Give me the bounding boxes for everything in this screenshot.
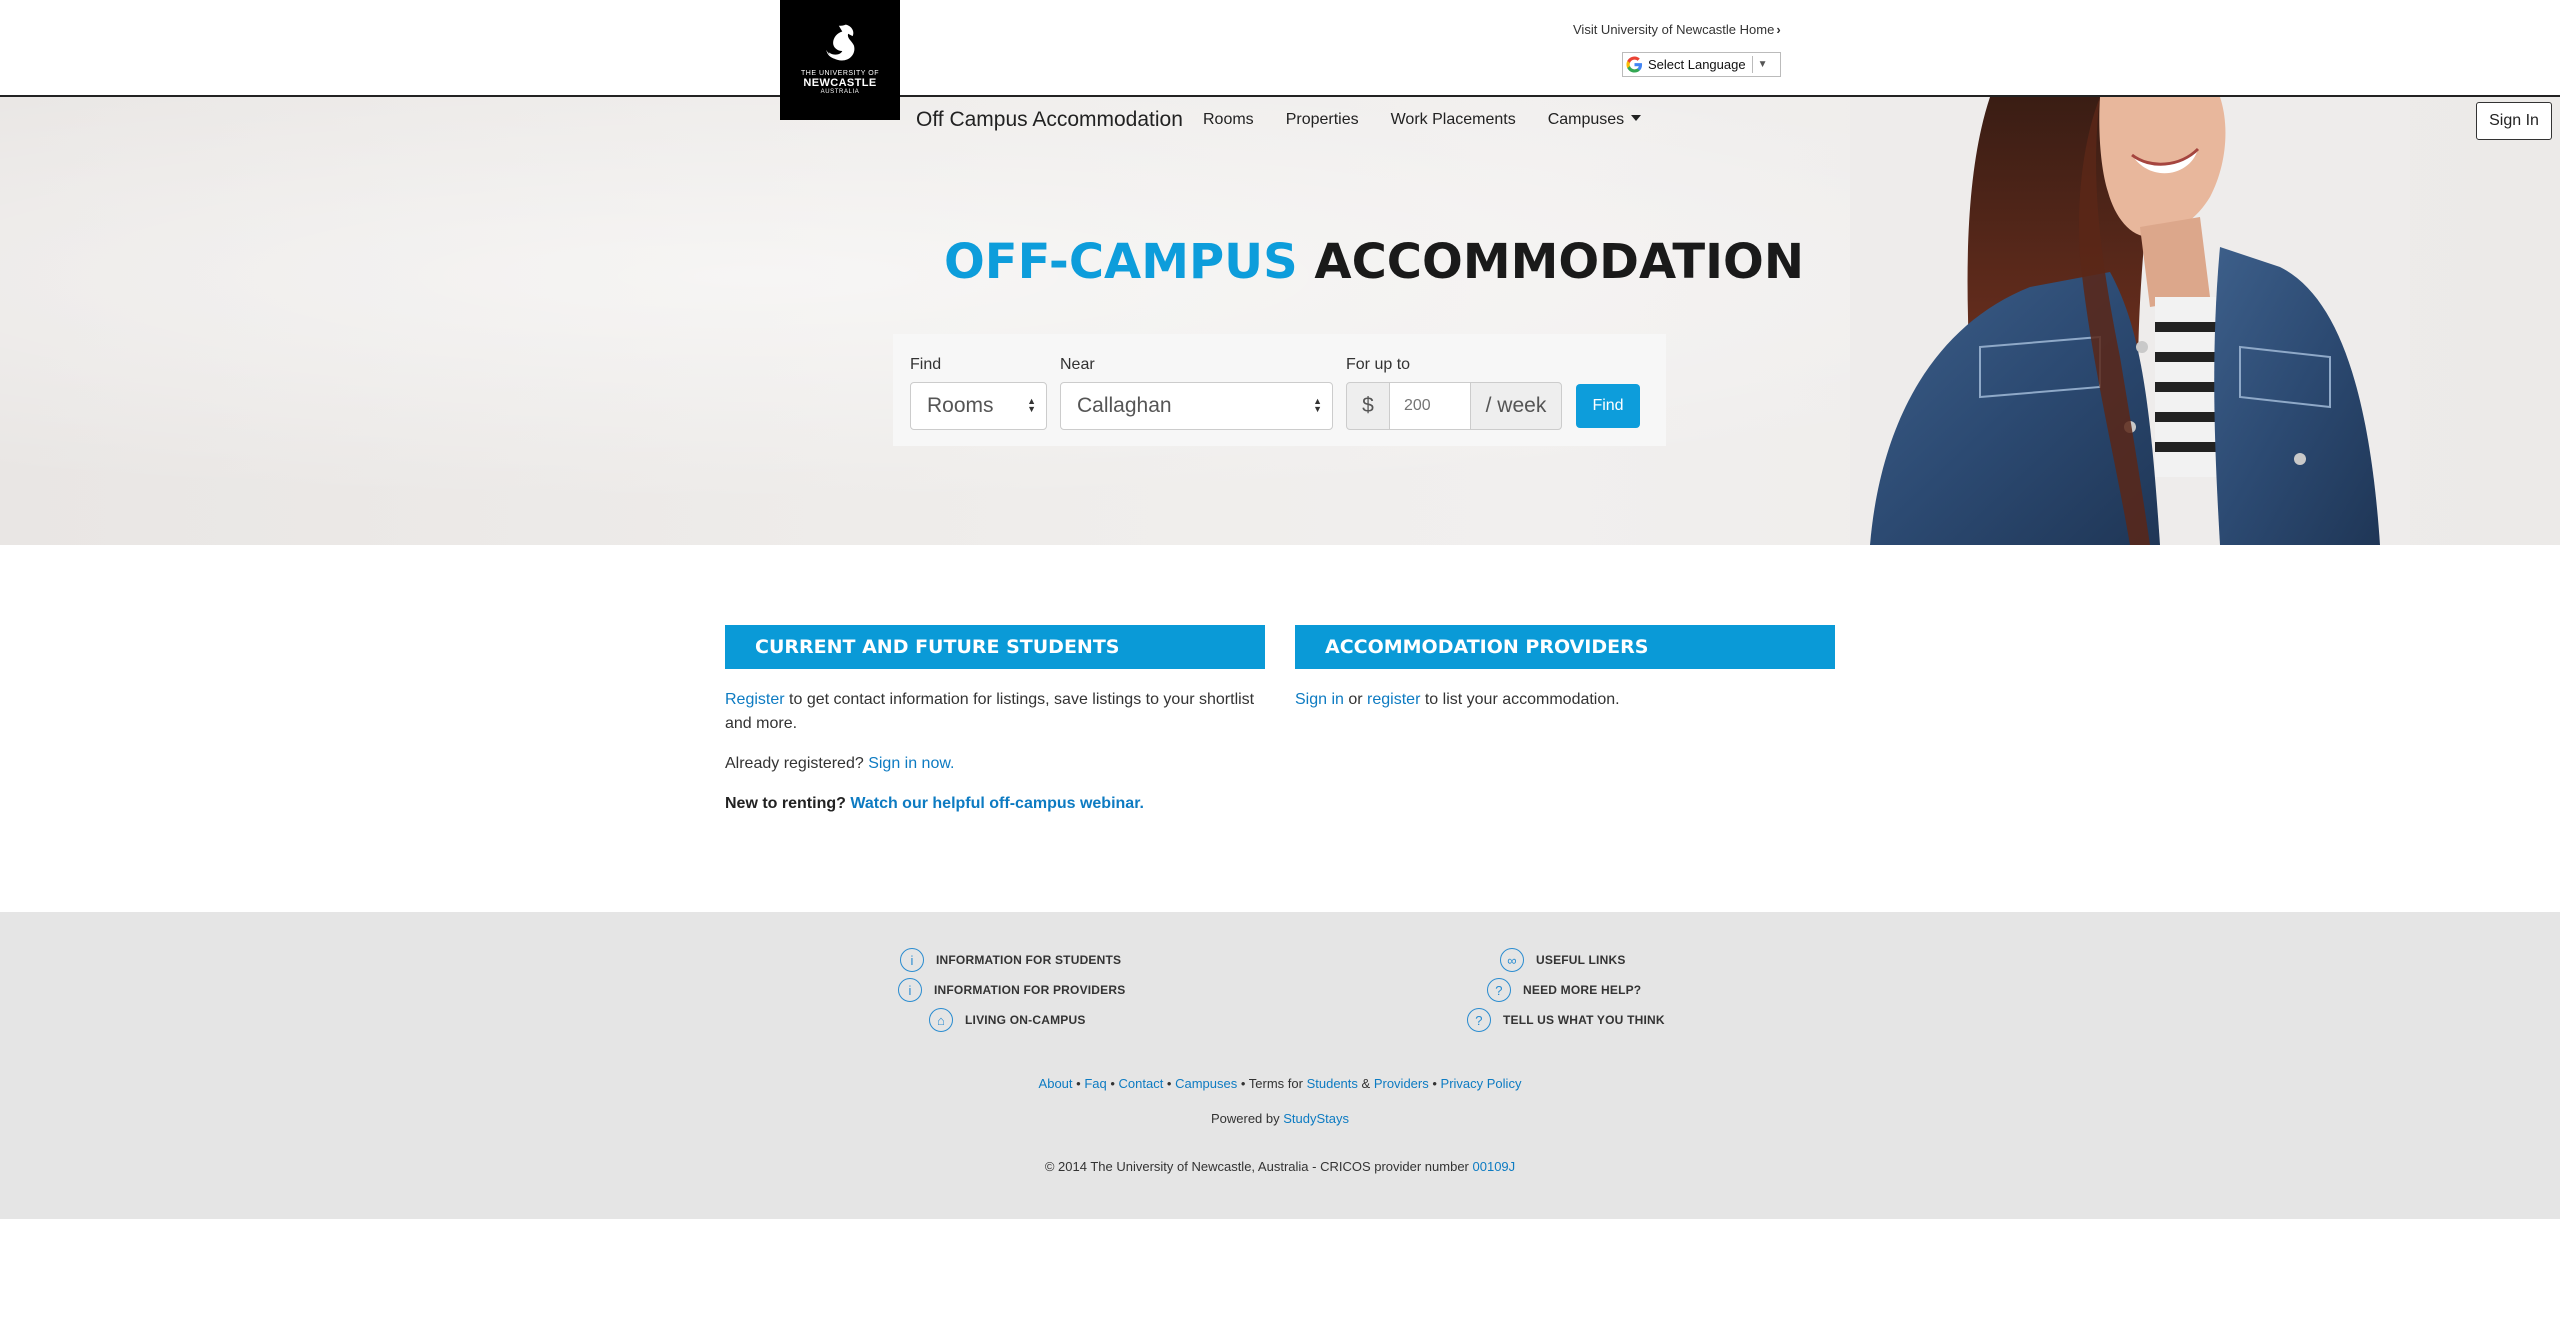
university-logo[interactable]: THE UNIVERSITY OF NEWCASTLE AUSTRALIA (780, 0, 900, 120)
find-type-select[interactable]: Rooms ▲ ▼ (910, 382, 1047, 430)
footer-info-providers-label: INFORMATION FOR PROVIDERS (934, 983, 1126, 997)
near-label: Near (1060, 356, 1095, 373)
hero-person-image (1850, 97, 2410, 545)
find-label: Find (910, 356, 942, 373)
providers-heading: ACCOMMODATION PROVIDERS (1295, 625, 1835, 669)
students-register-description: to get contact information for listings,… (725, 691, 1255, 732)
hero-title: OFF-CAMPUS ACCOMMODATION (944, 234, 1804, 290)
students-register-link[interactable]: Register (725, 691, 785, 708)
footer-ampersand: & (1361, 1076, 1371, 1091)
copyright-text: © 2014 The University of Newcastle, Aust… (1044, 1159, 1469, 1174)
hero-title-highlight: OFF-CAMPUS (944, 234, 1298, 290)
webinar-link[interactable]: Watch our helpful off-campus webinar. (850, 795, 1144, 812)
search-form: Find Rooms ▲ ▼ Near Callaghan ▲ ▼ For up t… (893, 334, 1666, 446)
footer: i INFORMATION FOR STUDENTS i INFORMATION F… (0, 912, 2560, 1219)
per-week-addon: / week (1470, 382, 1562, 430)
dropdown-arrow-icon: ▼ (1757, 59, 1768, 70)
chevron-right-icon: › (1776, 22, 1781, 37)
caret-down-icon (1631, 115, 1642, 122)
cricos-link[interactable]: 00109J (1473, 1159, 1516, 1174)
logo-line-3: AUSTRALIA (820, 88, 860, 95)
footer-useful-links-link[interactable]: ∞ USEFUL LINKS (1500, 948, 1626, 972)
info-icon: i (898, 978, 922, 1002)
nav-item-campuses-label: Campuses (1547, 111, 1625, 128)
nav-item-rooms[interactable]: Rooms (1203, 111, 1254, 129)
students-register-text: Register to get contact information for … (725, 688, 1270, 736)
new-to-renting-label: New to renting? (725, 795, 851, 812)
footer-providers-terms-link[interactable]: Providers (1374, 1076, 1429, 1091)
footer-feedback-link[interactable]: ? TELL US WHAT YOU THINK (1467, 1008, 1665, 1032)
main-nav: Rooms Properties Work Placements Campuse… (1203, 111, 1673, 129)
question-icon: ? (1487, 978, 1511, 1002)
google-icon (1626, 56, 1643, 73)
footer-powered-row: Powered by StudyStays (0, 1111, 2560, 1126)
link-icon: ∞ (1500, 948, 1524, 972)
horse-logo-icon (826, 24, 855, 60)
footer-about-link[interactable]: About (1039, 1076, 1073, 1091)
sign-in-button[interactable]: Sign In (2476, 102, 2552, 140)
nav-item-work-placements[interactable]: Work Placements (1391, 111, 1516, 129)
currency-addon: $ (1346, 382, 1390, 430)
site-title-link[interactable]: Off Campus Accommodation (916, 108, 1183, 132)
footer-need-help-label: NEED MORE HELP? (1523, 983, 1642, 997)
footer-feedback-label: TELL US WHAT YOU THINK (1503, 1013, 1665, 1027)
near-location-value: Callaghan (1077, 394, 1172, 417)
info-icon: i (900, 948, 924, 972)
powered-by-label: Powered by (1210, 1111, 1280, 1126)
footer-info-students-label: INFORMATION FOR STUDENTS (936, 953, 1122, 967)
providers-signin-link[interactable]: Sign in (1295, 691, 1344, 708)
footer-info-students-link[interactable]: i INFORMATION FOR STUDENTS (900, 948, 1121, 972)
students-heading: CURRENT AND FUTURE STUDENTS (725, 625, 1265, 669)
footer-useful-links-label: USEFUL LINKS (1536, 953, 1626, 967)
price-input-group: $ / week (1346, 382, 1562, 430)
providers-text: Sign in or register to list your accommo… (1295, 688, 1840, 712)
top-bar (0, 0, 2560, 97)
find-button[interactable]: Find (1576, 384, 1640, 428)
footer-campuses-link[interactable]: Campuses (1175, 1076, 1237, 1091)
visit-university-link[interactable]: Visit University of Newcastle Home › (1573, 22, 1781, 37)
footer-students-terms-link[interactable]: Students (1307, 1076, 1358, 1091)
footer-info-providers-link[interactable]: i INFORMATION FOR PROVIDERS (898, 978, 1125, 1002)
nav-item-properties[interactable]: Properties (1286, 111, 1359, 129)
logo-line-1: THE UNIVERSITY OF (801, 69, 879, 77)
language-select-label: Select Language (1648, 57, 1746, 72)
visit-university-label: Visit University of Newcastle Home (1573, 22, 1775, 37)
footer-living-on-campus-label: LIVING ON-CAMPUS (965, 1013, 1086, 1027)
question-icon: ? (1467, 1008, 1491, 1032)
logo-line-2: NEWCASTLE (803, 76, 877, 89)
students-already-label: Already registered? (725, 755, 869, 772)
hero-title-main: ACCOMMODATION (1314, 234, 1805, 290)
language-select-divider (1751, 56, 1753, 73)
near-location-select[interactable]: Callaghan ▲ ▼ (1060, 382, 1333, 430)
find-type-value: Rooms (927, 394, 994, 417)
providers-register-link[interactable]: register (1367, 691, 1420, 708)
students-signin-link[interactable]: Sign in now. (868, 755, 954, 772)
footer-contact-link[interactable]: Contact (1119, 1076, 1164, 1091)
footer-terms-label: Terms for (1248, 1076, 1303, 1091)
select-arrows-icon: ▲ ▼ (1027, 396, 1036, 414)
footer-privacy-link[interactable]: Privacy Policy (1441, 1076, 1522, 1091)
price-label: For up to (1346, 356, 1411, 373)
students-webinar-text: New to renting? Watch our helpful off-ca… (725, 792, 1325, 816)
home-icon: ⌂ (929, 1008, 953, 1032)
nav-item-campuses[interactable]: Campuses (1547, 111, 1642, 129)
max-price-input[interactable] (1390, 382, 1470, 430)
footer-living-on-campus-link[interactable]: ⌂ LIVING ON-CAMPUS (929, 1008, 1086, 1032)
footer-links-row: About • Faq • Contact • Campuses • Terms… (1038, 1076, 1522, 1091)
footer-need-help-link[interactable]: ? NEED MORE HELP? (1487, 978, 1641, 1002)
select-arrows-icon: ▲ ▼ (1313, 396, 1322, 414)
language-select[interactable]: Select Language ▼ (1622, 52, 1781, 77)
footer-copyright-row: © 2014 The University of Newcastle, Aust… (0, 1159, 2560, 1174)
students-already-text: Already registered? Sign in now. (725, 752, 1270, 776)
footer-faq-link[interactable]: Faq (1084, 1076, 1106, 1091)
providers-or-text: or (1343, 691, 1368, 708)
providers-rest-text: to list your accommodation. (1420, 691, 1620, 708)
studystays-link[interactable]: StudyStays (1283, 1111, 1349, 1126)
